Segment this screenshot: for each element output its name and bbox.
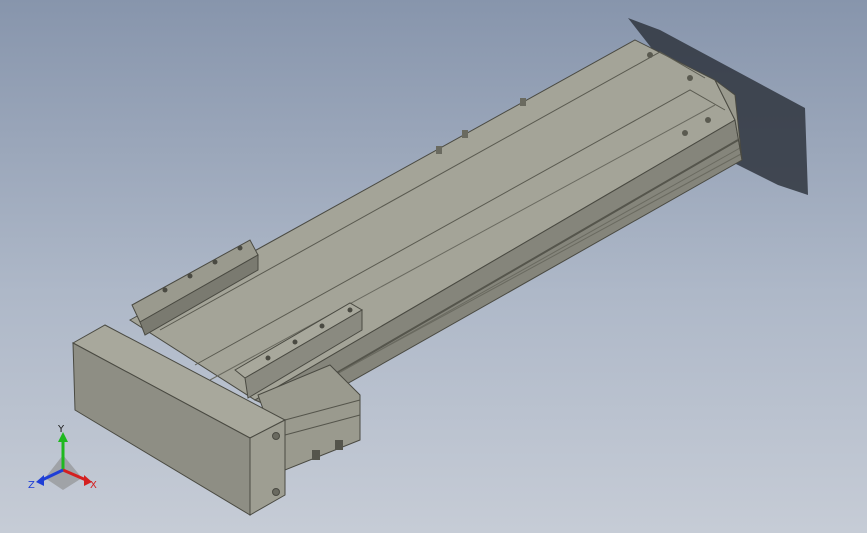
graphics-viewport[interactable]: Y X Z [0, 0, 867, 533]
top-tab [436, 146, 442, 154]
carriage-bolt [292, 339, 298, 345]
end-plate-bolt [272, 488, 280, 496]
bracket-bolt [162, 287, 168, 293]
carriage-bolt [319, 323, 325, 329]
top-tab [462, 130, 468, 138]
motor-foot [335, 440, 343, 450]
carriage-bolt [347, 307, 353, 313]
bracket-bolt [237, 245, 243, 251]
motor-foot [312, 450, 320, 460]
end-cap-bolt [682, 130, 688, 136]
end-plate-bolt [272, 432, 280, 440]
y-axis-label: Y [57, 424, 65, 435]
module-top-face [129, 39, 736, 401]
z-axis-label: Z [28, 480, 35, 491]
end-cap-bolt [687, 75, 693, 81]
z-axis-arrow [36, 475, 44, 486]
carriage-bolt [265, 355, 271, 361]
x-axis-label: X [90, 480, 97, 491]
orientation-triad[interactable]: Y X Z [28, 424, 97, 491]
end-cap-bolt [705, 117, 711, 123]
bracket-bolt [187, 273, 193, 279]
bracket-bolt [212, 259, 218, 265]
model-view[interactable]: Y X Z [0, 0, 867, 533]
top-tab [520, 98, 526, 106]
end-cap-bolt [647, 52, 653, 58]
